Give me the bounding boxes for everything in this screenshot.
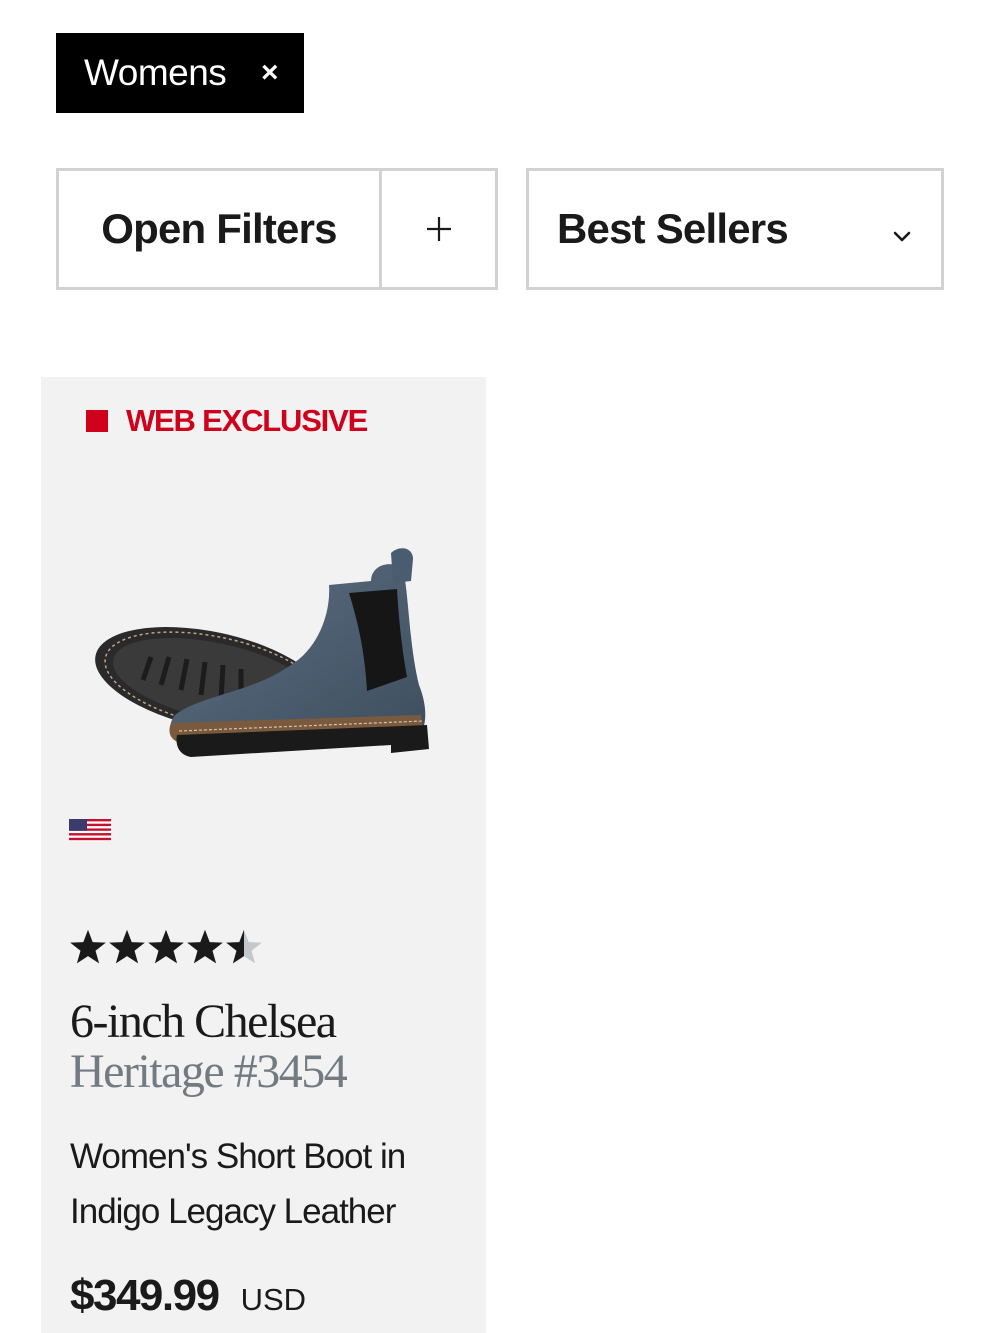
badge-square-icon (86, 410, 108, 432)
star-icon (109, 929, 145, 964)
plus-icon[interactable] (382, 171, 495, 287)
product-card[interactable]: WEB EXCLUSIVE 6-inch Chelsea Heritage #3… (41, 377, 486, 1333)
chelsea-boot-indigo-image[interactable] (91, 545, 441, 785)
us-flag-icon (69, 819, 111, 841)
chevron-down-icon (893, 205, 911, 253)
star-icon (187, 929, 223, 964)
star-icon (70, 929, 106, 964)
product-description: Women's Short Boot in Indigo Legacy Leat… (70, 1137, 406, 1231)
close-icon[interactable]: × (261, 58, 279, 88)
sort-select[interactable]: Best Sellers (526, 168, 944, 290)
web-exclusive-badge: WEB EXCLUSIVE (86, 403, 368, 439)
product-listing-page: Womens × Open Filters Best Sellers WEB E… (0, 0, 1000, 1333)
active-filter-chip-womens[interactable]: Womens × (56, 33, 304, 113)
sort-selected-value: Best Sellers (557, 205, 789, 252)
half-star-icon (226, 929, 262, 964)
star-icon (148, 929, 184, 964)
active-filter-label: Womens (84, 52, 227, 93)
price-currency: USD (240, 1282, 307, 1317)
badge-label: WEB EXCLUSIVE (126, 403, 368, 438)
star-rating (69, 929, 264, 965)
product-name[interactable]: 6-inch Chelsea (70, 997, 337, 1047)
open-filters-button[interactable]: Open Filters (56, 168, 498, 290)
price-row: $349.99 USD (70, 1271, 306, 1321)
product-price: $349.99 (70, 1271, 220, 1320)
product-model: Heritage #3454 (70, 1045, 348, 1098)
open-filters-label: Open Filters (59, 171, 382, 287)
